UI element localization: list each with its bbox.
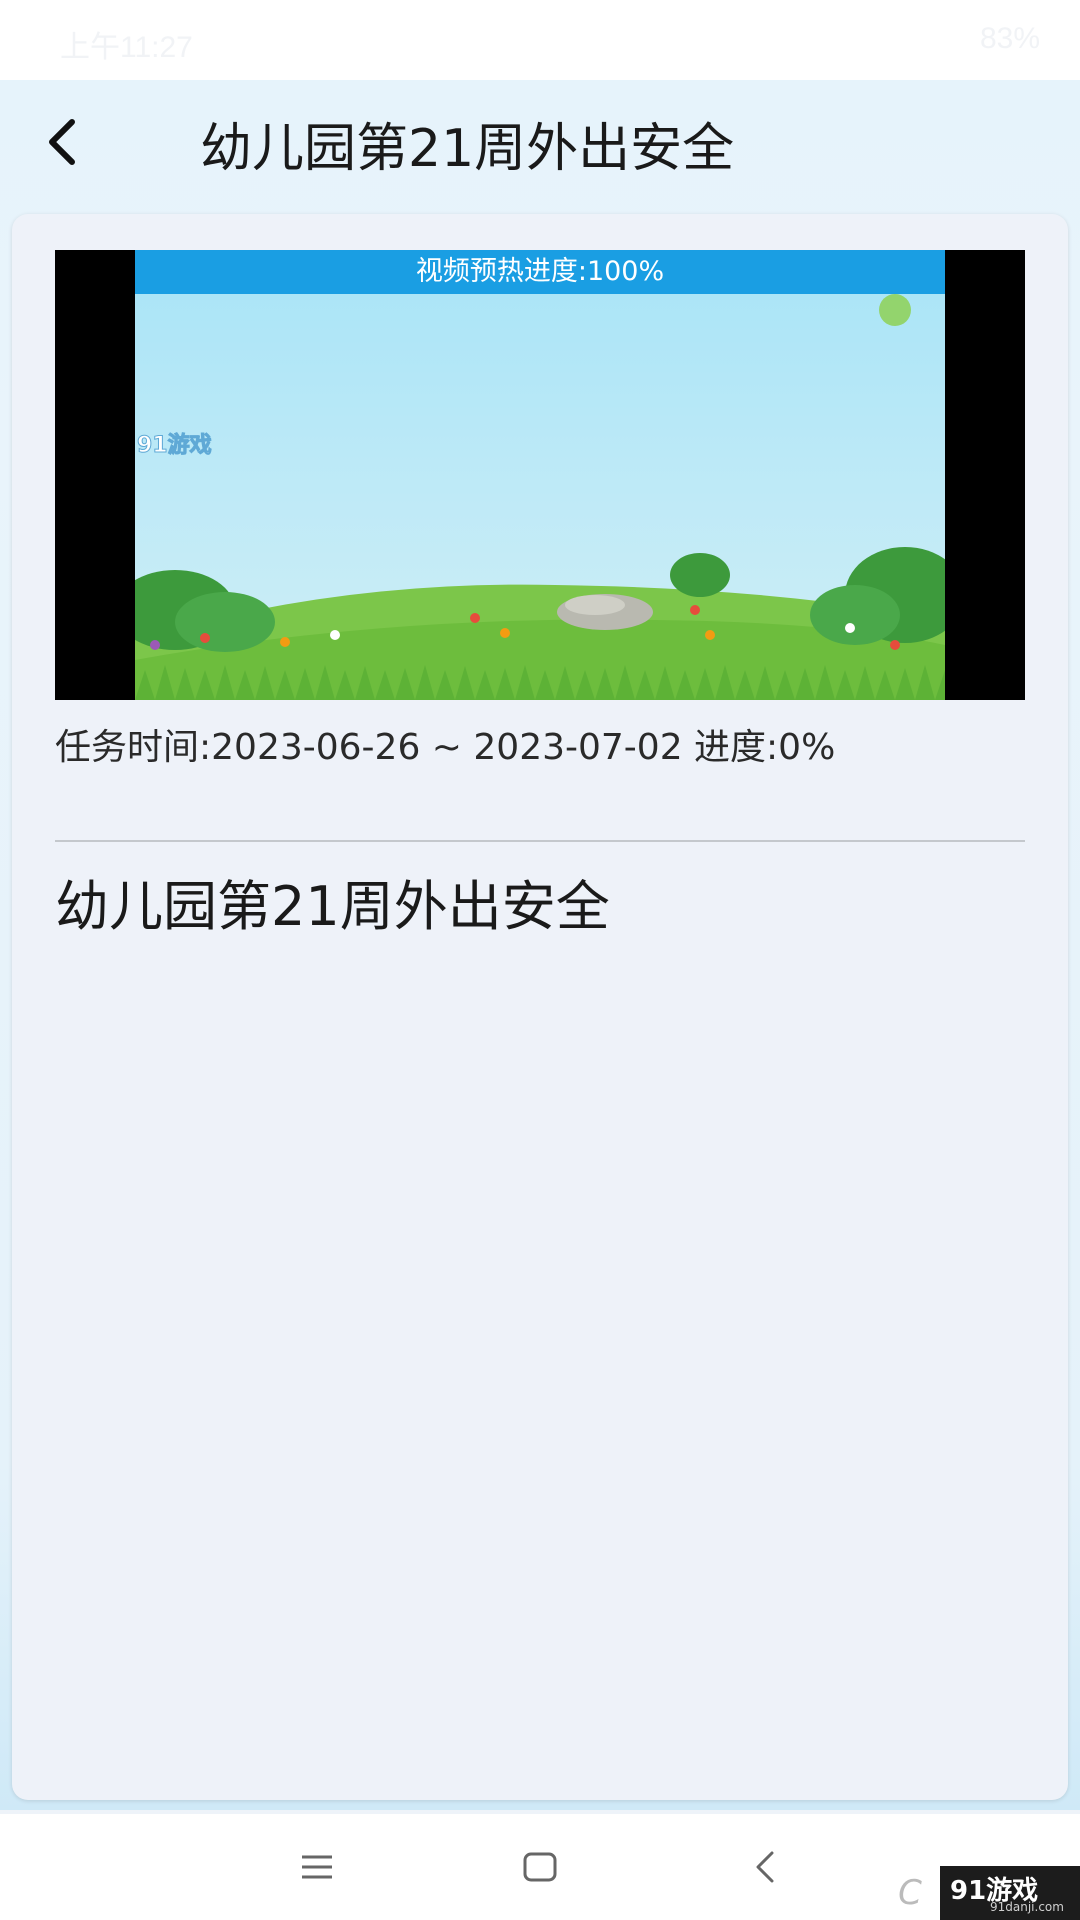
watermark-c-icon: C xyxy=(880,1866,940,1920)
header: 幼儿园第21周外出安全 xyxy=(0,80,1080,210)
status-battery: 83% xyxy=(979,22,1040,55)
status-bar: 上午11:27 83% xyxy=(0,0,1080,80)
back-arrow-icon xyxy=(49,119,75,165)
back-button[interactable] xyxy=(36,112,96,172)
back-chevron-icon xyxy=(756,1851,774,1883)
home-square-icon xyxy=(523,1852,557,1882)
page-title: 幼儿园第21周外出安全 xyxy=(200,119,735,179)
divider xyxy=(55,840,1025,842)
menu-icon xyxy=(302,1855,332,1879)
status-time: 上午11:27 xyxy=(60,31,193,64)
content-title: 幼儿园第21周外出安全 xyxy=(55,875,610,938)
nav-menu-button[interactable] xyxy=(294,1844,340,1890)
system-nav-bar: C 91游戏 91danji.com xyxy=(0,1814,1080,1920)
watermark-site: 91danji.com xyxy=(990,1900,1064,1914)
nav-home-button[interactable] xyxy=(517,1844,563,1890)
video-player[interactable]: 91游戏 视频预热进度:100% xyxy=(55,250,1025,700)
nav-back-button[interactable] xyxy=(744,1844,790,1890)
site-watermark: C 91游戏 91danji.com xyxy=(880,1866,1080,1920)
video-frame[interactable]: 91游戏 视频预热进度:100% xyxy=(135,250,945,700)
task-info-text: 任务时间:2023-06-26 ~ 2023-07-02 进度:0% xyxy=(55,727,836,768)
video-scene: 91游戏 xyxy=(135,294,945,700)
in-video-logo: 91游戏 xyxy=(137,432,212,458)
video-preheat-banner: 视频预热进度:100% xyxy=(135,250,945,294)
